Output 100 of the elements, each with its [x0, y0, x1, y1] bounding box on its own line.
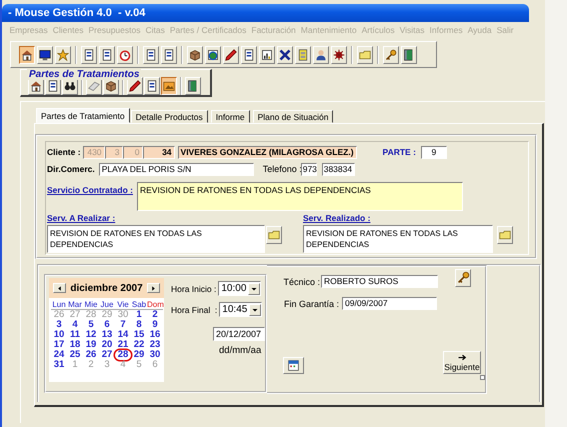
window-title: - Mouse Gestión 4.0 - v.04 [7, 6, 146, 21]
field-label: Fin Garantía : [282, 298, 339, 308]
calendar-day[interactable]: 2 [147, 310, 163, 320]
input-field[interactable]: 383834 [322, 162, 355, 176]
calendar-day[interactable]: 31 [51, 360, 67, 370]
calendar-day[interactable]: 1 [131, 310, 147, 320]
input-field[interactable]: PLAYA DEL PORIS S/N [98, 162, 254, 176]
calendar-button[interactable] [283, 357, 304, 374]
house-icon [30, 80, 42, 92]
arrow-right-icon [456, 353, 468, 362]
globe-icon [207, 48, 219, 60]
folder-icon [268, 229, 280, 241]
calendar-day[interactable]: 8 [131, 320, 147, 330]
field-label: Hora Inicio : [171, 284, 216, 294]
calendar-day[interactable]: 23 [147, 340, 163, 350]
toolbar-button[interactable] [19, 46, 35, 64]
month-title: diciembre 2007 [70, 282, 143, 294]
calendar-day[interactable]: 27 [99, 350, 115, 360]
tab[interactable]: Informe [210, 110, 250, 123]
calendar-day[interactable]: 14 [115, 330, 131, 340]
clock-icon [119, 48, 131, 60]
tab[interactable]: Partes de Tratamiento [36, 108, 130, 123]
key-icon [385, 48, 397, 60]
document-icon [145, 48, 157, 60]
field-label: Cliente : [47, 147, 81, 157]
calendar-day[interactable]: 7 [115, 320, 131, 330]
weekday-label: Jue [99, 300, 115, 310]
calendar-day[interactable]: 13 [99, 330, 115, 340]
calendar-day[interactable]: 20 [99, 340, 115, 350]
field-label: Técnico : [282, 276, 320, 286]
text-area[interactable]: REVISION DE RATONES EN TODAS LAS DEPENDENCIAS [303, 225, 493, 253]
person-icon [315, 48, 327, 60]
technician-button[interactable] [455, 268, 471, 286]
time-dropdown[interactable]: 10:45 [219, 302, 262, 317]
box-icon [189, 48, 201, 60]
document-icon [83, 48, 95, 60]
input-field[interactable]: 9 [420, 146, 447, 158]
service-link[interactable]: Servicio Contratado : [47, 185, 133, 195]
open-button[interactable] [497, 226, 513, 244]
resize-grip[interactable] [480, 375, 485, 380]
calendar-day[interactable]: 26 [83, 350, 99, 360]
calendar-day[interactable]: 4 [67, 320, 83, 330]
calendar-day[interactable]: 25 [67, 350, 83, 360]
calendar-day[interactable]: 16 [147, 330, 163, 340]
document-icon [101, 48, 113, 60]
next-button[interactable]: Siguiente [443, 351, 481, 374]
binoculars-icon [64, 80, 76, 92]
star-icon [57, 48, 69, 60]
calendar-day[interactable]: 24 [51, 350, 67, 360]
weekday-label: Mar [67, 300, 83, 310]
calendar-day[interactable]: 21 [115, 340, 131, 350]
calendar-day[interactable]: 29 [131, 350, 147, 360]
calendar-day[interactable]: 3 [51, 320, 67, 330]
calendar-day[interactable]: 17 [51, 340, 67, 350]
pencil-icon [225, 48, 237, 60]
field-label: PARTE : [382, 147, 416, 157]
date-format-label: dd/mm/aa [219, 345, 262, 356]
input-field[interactable]: ROBERTO SUROS [321, 275, 438, 288]
cabinet-icon [297, 48, 309, 60]
field-label: Telefono : [262, 164, 301, 174]
client-code-field[interactable]: 34 [142, 146, 175, 158]
calendar-day[interactable]: 15 [131, 330, 147, 340]
weekday-label: Vie [115, 300, 131, 310]
text-area[interactable]: REVISION DE RATONES EN TODAS LAS DEPENDENCIAS [136, 182, 463, 211]
document-icon [243, 48, 255, 60]
calendar-day[interactable]: 6 [99, 320, 115, 330]
document-icon [47, 80, 59, 92]
date-field[interactable]: 20/12/2007 [213, 327, 265, 341]
tab[interactable]: Plano de Situación [252, 110, 334, 123]
weekday-label: Dom [147, 300, 163, 310]
close-icon [279, 48, 291, 60]
tab[interactable]: Detalle Productos [130, 110, 208, 123]
box-icon [105, 80, 117, 92]
service-link[interactable]: Serv. A Realizar : [47, 213, 116, 223]
calendar-day[interactable]: 10 [51, 330, 67, 340]
client-name-field[interactable]: VIVERES GONZALEZ (MILAGROSA GLEZ.) [178, 146, 357, 158]
calendar-day[interactable]: 11 [67, 330, 83, 340]
weekday-label: Sab [131, 300, 147, 310]
field-label: Hora Final : [171, 304, 218, 314]
open-button[interactable] [266, 226, 282, 244]
text-area[interactable]: REVISION DE RATONES EN TODAS LAS DEPENDENCIAS [47, 225, 265, 253]
house-icon [21, 48, 33, 60]
calendar-day[interactable]: 19 [83, 340, 99, 350]
next-month-button[interactable] [146, 283, 160, 293]
calendar-day[interactable]: 18 [67, 340, 83, 350]
document-icon [146, 80, 158, 92]
calendar-day[interactable]: 30 [147, 350, 163, 360]
calendar-day[interactable]: 12 [83, 330, 99, 340]
calendar-day[interactable]: 22 [131, 340, 147, 350]
input-field[interactable]: 09/09/2007 [342, 297, 437, 310]
calendar-icon [287, 359, 300, 372]
calendar-day[interactable]: 9 [147, 320, 163, 330]
toolbar-button[interactable] [161, 76, 177, 94]
weekday-label: Lun [51, 300, 67, 310]
service-link[interactable]: Serv. Realizado : [303, 213, 370, 223]
calendar-day[interactable]: 5 [83, 320, 99, 330]
time-dropdown[interactable]: 10:00 [218, 281, 262, 296]
previous-month-button[interactable] [53, 283, 66, 293]
key-icon [456, 271, 470, 284]
calendar-day[interactable]: 28 [115, 350, 131, 360]
